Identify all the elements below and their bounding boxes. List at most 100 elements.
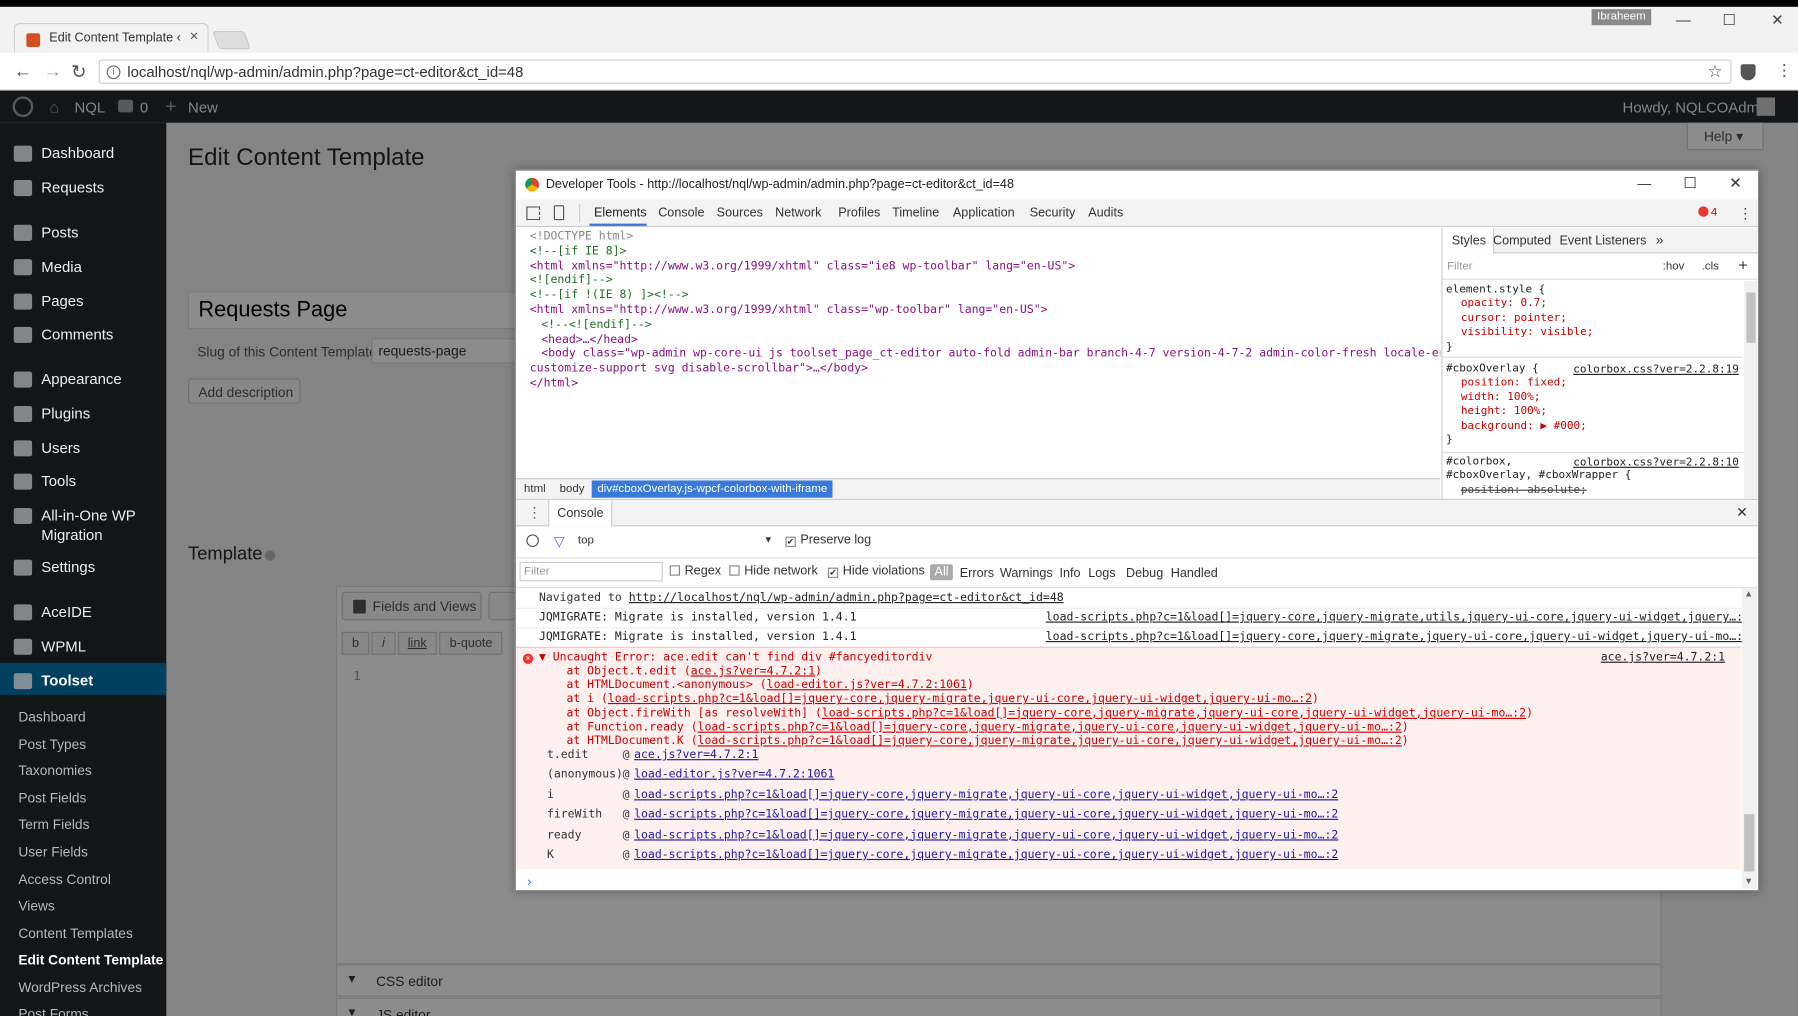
clear-console-icon[interactable] [526,534,539,547]
html-line[interactable]: <body class="wp-admin wp-core-ui js tool… [530,348,1440,363]
devtools-maximize-button[interactable]: ☐ [1683,174,1696,192]
style-property[interactable]: height: 100%; [1461,405,1744,419]
submenu-item-post-fields[interactable]: Post Fields [18,790,86,806]
html-line[interactable]: <!--[if IE 8]> [530,245,1440,260]
html-line[interactable]: <!DOCTYPE html> [530,230,1440,245]
submenu-item-term-fields[interactable]: Term Fields [18,816,89,832]
frame-source-link[interactable]: load-editor.js?ver=4.7.2:1061 [634,769,834,782]
drawer-menu-icon[interactable]: ⋮ [527,505,541,521]
stack-source-link[interactable]: load-scripts.php?c=1&load[]=jquery-core,… [698,721,1402,734]
new-tab-button[interactable] [212,30,252,50]
frame-source-link[interactable]: load-scripts.php?c=1&load[]=jquery-core,… [634,809,1338,822]
sidebar-item-toolset[interactable]: Toolset [41,671,93,690]
frame-source-link[interactable]: load-scripts.php?c=1&load[]=jquery-core,… [634,849,1338,862]
stack-source-link[interactable]: load-scripts.php?c=1&load[]=jquery-core,… [608,693,1312,706]
breadcrumb-body[interactable]: body [560,483,585,496]
submenu-item-content-templates[interactable]: Content Templates [18,925,132,941]
stack-source-link[interactable]: load-editor.js?ver=4.7.2:1061 [767,679,967,692]
stack-source-link[interactable]: ace.js?ver=4.7.2:1 [691,665,815,678]
sidebar-item-comments[interactable]: Comments [41,325,113,344]
hide-violations-checkbox[interactable]: Hide violations [827,564,925,578]
level-handled[interactable]: Handled [1171,566,1218,580]
style-property[interactable]: width: 100%; [1461,391,1744,405]
html-line[interactable]: <head>…</head> [530,333,1440,348]
regex-checkbox[interactable]: Regex [669,564,721,578]
filter-funnel-icon[interactable]: ▽ [554,533,565,549]
device-toolbar-icon[interactable] [553,205,565,221]
scrollbar-thumb[interactable] [1744,814,1755,872]
browser-tab[interactable]: Edit Content Template ‹ ✕ [13,22,209,56]
hov-toggle[interactable]: :hov [1663,260,1685,273]
tab-security[interactable]: Security [1030,206,1076,220]
address-bar[interactable]: i localhost/nql/wp-admin/admin.php?page=… [98,59,1732,84]
jqmigrate-source-link-2[interactable]: load-scripts.php?c=1&load[]=jquery-core,… [1046,631,1750,644]
html-line[interactable]: </html> [530,377,1440,392]
level-logs[interactable]: Logs [1088,566,1115,580]
stack-source-link[interactable]: load-scripts.php?c=1&load[]=jquery-core,… [698,735,1402,748]
style-property[interactable]: cursor: pointer; [1461,312,1744,326]
sidebar-item-users[interactable]: Users [41,438,80,457]
submenu-item-post-types[interactable]: Post Types [18,736,86,752]
styles-filter-input[interactable]: Filter [1447,260,1472,273]
style-property[interactable]: opacity: 0.7; [1461,297,1744,311]
tab-timeline[interactable]: Timeline [892,206,939,220]
scroll-up-icon[interactable]: ▲ [1744,588,1753,598]
rule1-source-link[interactable]: colorbox.css?ver=2.2.8:19 [1573,364,1739,377]
level-debug[interactable]: Debug [1126,566,1163,580]
devtools-close-button[interactable]: ✕ [1729,174,1742,192]
back-icon[interactable]: ← [14,62,32,83]
submenu-item-dashboard[interactable]: Dashboard [18,709,85,725]
tab-application[interactable]: Application [953,206,1015,220]
level-info[interactable]: Info [1060,566,1081,580]
html-line[interactable]: <!--<![endif]--> [530,319,1440,334]
frame-source-link[interactable]: ace.js?ver=4.7.2:1 [634,749,758,762]
error-counter[interactable]: 4 [1698,206,1717,219]
error-source-link[interactable]: ace.js?ver=4.7.2:1 [1601,651,1725,664]
hide-network-checkbox[interactable]: Hide network [729,564,818,578]
sidebar-item-media[interactable]: Media [41,257,82,276]
more-tabs-icon[interactable]: » [1656,232,1664,248]
window-close-button[interactable]: ✕ [1766,11,1789,29]
window-maximize-button[interactable]: ☐ [1718,11,1741,29]
sidebar-item-aceide[interactable]: AceIDE [41,602,92,621]
drawer-close-button[interactable]: ✕ [1736,505,1748,521]
sidebar-item-dashboard[interactable]: Dashboard [41,143,114,162]
sidebar-item-all-in-one-wp-migration[interactable]: All-in-One WP Migration [41,506,150,545]
jqmigrate-source-link-1[interactable]: load-scripts.php?c=1&load[]=jquery-core,… [1046,611,1750,624]
html-line[interactable]: <html xmlns="http://www.w3.org/1999/xhtm… [530,260,1440,275]
breadcrumb-html[interactable]: html [524,483,546,496]
tab-event-listeners[interactable]: Event Listeners [1559,234,1646,248]
level-errors[interactable]: Errors [960,566,994,580]
level-all[interactable]: All [929,564,954,581]
sidebar-item-settings[interactable]: Settings [41,557,95,576]
frame-source-link[interactable]: load-scripts.php?c=1&load[]=jquery-core,… [634,829,1338,842]
profile-badge[interactable]: Ibraheem [1591,9,1652,26]
sidebar-item-plugins[interactable]: Plugins [41,404,90,423]
expand-triangle-icon[interactable]: ▼ [539,651,546,664]
tab-console[interactable]: Console [658,206,704,220]
drawer-tab-console[interactable]: Console [548,499,613,527]
html-line[interactable]: <![endif]--> [530,275,1440,290]
context-select[interactable]: top ▼ [578,534,773,547]
stack-source-link[interactable]: load-scripts.php?c=1&load[]=jquery-core,… [822,707,1526,720]
console-prompt[interactable]: › [525,874,533,890]
console-filter-input[interactable]: Filter [519,561,663,582]
sidebar-item-posts[interactable]: Posts [41,222,78,241]
reload-icon[interactable]: ↻ [71,61,86,84]
submenu-item-taxonomies[interactable]: Taxonomies [18,763,91,779]
level-warnings[interactable]: Warnings [1000,566,1053,580]
tab-profiles[interactable]: Profiles [838,206,880,220]
style-property[interactable]: position: fixed; [1461,377,1744,391]
forward-icon[interactable]: → [44,62,62,83]
cls-toggle[interactable]: .cls [1702,260,1719,273]
rule2-source-link[interactable]: colorbox.css?ver=2.2.8:10 [1573,456,1739,469]
style-property[interactable]: visibility: visible; [1461,326,1744,340]
html-line[interactable]: customize-support svg disable-scrollbar"… [530,363,1440,378]
style-property[interactable]: background: ▶ #000; [1461,419,1744,433]
sidebar-item-pages[interactable]: Pages [41,291,83,310]
tab-network[interactable]: Network [775,206,821,220]
tab-elements[interactable]: Elements [594,206,647,220]
tab-styles[interactable]: Styles [1442,228,1495,254]
scrollbar-thumb[interactable] [1746,292,1756,343]
info-icon[interactable]: i [106,65,121,80]
